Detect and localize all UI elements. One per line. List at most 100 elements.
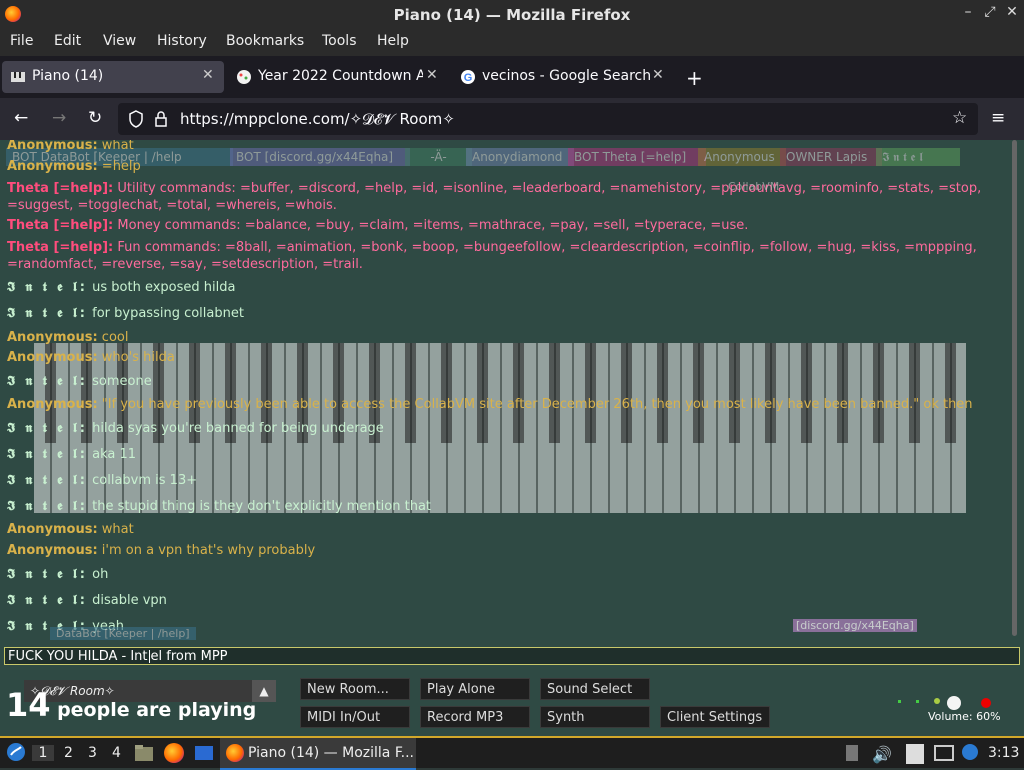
user-tag-theta[interactable]: BOT Theta [=help] [568, 148, 706, 166]
volume-dot [916, 700, 919, 703]
chat-message: 𝕴 𝖓 𝖙 𝖊 𝖑: aka 11 [7, 447, 137, 462]
start-menu-icon[interactable] [6, 742, 26, 766]
taskbar: 1 2 3 4 Piano (14) — Mozilla F... 🔊 3:13 [0, 736, 1024, 770]
menu-history[interactable]: History [157, 33, 207, 49]
close-tab-icon[interactable]: ✕ [426, 67, 438, 83]
chat-message: Anonymous: "If you have previously been … [7, 397, 973, 412]
firefox-window-icon [226, 744, 244, 762]
tab-google-search[interactable]: G vecinos - Google Search ✕ [452, 61, 672, 93]
url-text: https://mppclone.com/✧𝓓𝓔𝓥 Room✧ [180, 110, 455, 128]
clock: 3:13 [988, 745, 1020, 761]
clipboard-icon[interactable] [906, 744, 924, 764]
menu-edit[interactable]: Edit [54, 33, 81, 49]
user-tag-a[interactable]: -Ä- [405, 148, 472, 166]
chat-message: 𝕴 𝖓 𝖙 𝖊 𝖑: hilda syas you're banned for … [7, 421, 384, 436]
chat-message: 𝕴 𝖓 𝖙 𝖊 𝖑: oh [7, 567, 109, 582]
chat-message: Anonymous: i'm on a vpn that's why proba… [7, 543, 316, 558]
new-tab-icon[interactable]: + [686, 66, 703, 90]
close-tab-icon[interactable]: ✕ [652, 67, 664, 83]
chat-message: 𝕴 𝖓 𝖙 𝖊 𝖑: the stupid thing is they don'… [7, 499, 432, 514]
chat-message: 𝕴 𝖓 𝖙 𝖊 𝖑: for bypassing collabnet [7, 306, 244, 321]
menu-bookmarks[interactable]: Bookmarks [226, 33, 304, 49]
bookmark-star-icon[interactable]: ☆ [952, 108, 967, 128]
sound-select-button[interactable]: Sound Select [540, 678, 650, 700]
window-launcher-icon[interactable] [194, 744, 214, 766]
chat-message: 𝕴 𝖓 𝖙 𝖊 𝖑: disable vpn [7, 593, 167, 608]
countdown-tab-icon [236, 69, 252, 85]
file-manager-icon[interactable] [134, 744, 154, 766]
taskbar-window-firefox[interactable]: Piano (14) — Mozilla F... [220, 738, 416, 770]
chat-message: Theta [=help]: Money commands: =balance,… [7, 218, 749, 233]
record-mp3-button[interactable]: Record MP3 [420, 706, 530, 728]
client-settings-button[interactable]: Client Settings [660, 706, 770, 728]
tab-label: Piano (14) [32, 68, 104, 84]
tab-countdown[interactable]: Year 2022 Countdown Ar ✕ [228, 61, 446, 93]
player-count: 14 people are playing [6, 686, 257, 724]
cursor-label-collabvm: CollabVM [728, 180, 780, 193]
chat-message: Theta [=help]: Fun commands: =8ball, =an… [7, 240, 977, 272]
maximize-button[interactable]: ⤢ [980, 4, 1000, 20]
workspace-1[interactable]: 1 [32, 745, 54, 761]
close-window-button[interactable]: ✕ [1002, 4, 1022, 20]
chat-message: 𝕴 𝖓 𝖙 𝖊 𝖑: us both exposed hilda [7, 280, 236, 295]
chat-message: Anonymous: what [7, 140, 134, 153]
hamburger-menu-icon[interactable]: ≡ [991, 108, 1005, 128]
chat-message: Anonymous: who's hilda [7, 350, 175, 365]
chat-message: Anonymous: what [7, 522, 134, 537]
tracking-shield-icon[interactable] [128, 110, 144, 132]
menu-tools[interactable]: Tools [322, 33, 357, 49]
user-tag-anonydiamond[interactable]: Anonydiamond [466, 148, 574, 166]
chat-message: Anonymous: cool [7, 330, 129, 345]
tab-strip: Piano (14) ✕ Year 2022 Countdown Ar ✕ G … [0, 56, 1024, 98]
workspace-2[interactable]: 2 [64, 745, 73, 761]
synth-button[interactable]: Synth [540, 706, 650, 728]
workspace-4[interactable]: 4 [112, 745, 121, 761]
tab-label: vecinos - Google Search [482, 68, 652, 84]
tab-label: Year 2022 Countdown Ar [258, 68, 423, 84]
chat-input[interactable]: FUCK YOU HILDA - Int el from MPP [4, 647, 1020, 665]
back-icon[interactable]: ← [14, 108, 28, 128]
volume-label: Volume: 60% [928, 710, 1001, 723]
user-tag-anonymous[interactable]: Anonymous [698, 148, 786, 166]
trash-icon[interactable] [846, 745, 858, 761]
user-tag-discord-bot[interactable]: BOT [discord.gg/x44Eqha] [230, 148, 410, 166]
user-tag-lapis[interactable]: OWNER Lapis [780, 148, 882, 166]
volume-dot [898, 700, 901, 703]
tab-piano[interactable]: Piano (14) ✕ [2, 61, 224, 93]
url-bar[interactable]: https://mppclone.com/✧𝓓𝓔𝓥 Room✧ [118, 103, 978, 135]
svg-text:G: G [464, 72, 473, 84]
cursor-label-databot: DataBot [Keeper | /help] [50, 627, 196, 640]
text-cursor [148, 650, 150, 663]
google-tab-icon: G [460, 69, 476, 85]
network-icon[interactable] [934, 745, 954, 761]
new-room-button[interactable]: New Room... [300, 678, 410, 700]
chat-scrollbar[interactable] [1012, 140, 1017, 636]
taskbar-window-title: Piano (14) — Mozilla F... [248, 745, 414, 761]
piano-controls: ✧𝓓𝓔𝓥 Room✧ ▲ 14 people are playing New R… [0, 674, 1024, 736]
menu-view[interactable]: View [103, 33, 136, 49]
lock-icon[interactable] [154, 110, 168, 132]
forward-icon[interactable]: → [52, 108, 66, 128]
cursor-label-discord: [discord.gg/x44Eqha] [793, 619, 917, 632]
window-title: Piano (14) — Mozilla Firefox [393, 6, 631, 24]
volume-knob[interactable] [947, 696, 961, 710]
menu-bar: File Edit View History Bookmarks Tools H… [0, 30, 1024, 56]
chat-message: 𝕴 𝖓 𝖙 𝖊 𝖑: collabvm is 13+ [7, 473, 198, 488]
window-titlebar: Piano (14) — Mozilla Firefox – ⤢ ✕ [0, 0, 1024, 30]
reload-icon[interactable]: ↻ [88, 108, 102, 128]
speaker-icon[interactable]: 🔊 [872, 745, 892, 764]
update-icon[interactable] [962, 744, 978, 760]
minimize-button[interactable]: – [958, 4, 978, 20]
close-tab-icon[interactable]: ✕ [202, 67, 214, 83]
volume-dot [934, 698, 940, 704]
play-alone-button[interactable]: Play Alone [420, 678, 530, 700]
user-tag-intel[interactable]: 𝕴 𝖓 𝖙 𝖊 𝖑 [876, 148, 960, 166]
chat-message: 𝕴 𝖓 𝖙 𝖊 𝖑: someone [7, 374, 152, 389]
workspace-3[interactable]: 3 [88, 745, 97, 761]
chat-message: Theta [=help]: Utility commands: =buffer… [7, 181, 982, 213]
midi-in-out-button[interactable]: MIDI In/Out [300, 706, 410, 728]
menu-help[interactable]: Help [377, 33, 409, 49]
menu-file[interactable]: File [10, 33, 33, 49]
firefox-launcher-icon[interactable] [164, 743, 184, 763]
piano-tab-icon [10, 69, 26, 85]
